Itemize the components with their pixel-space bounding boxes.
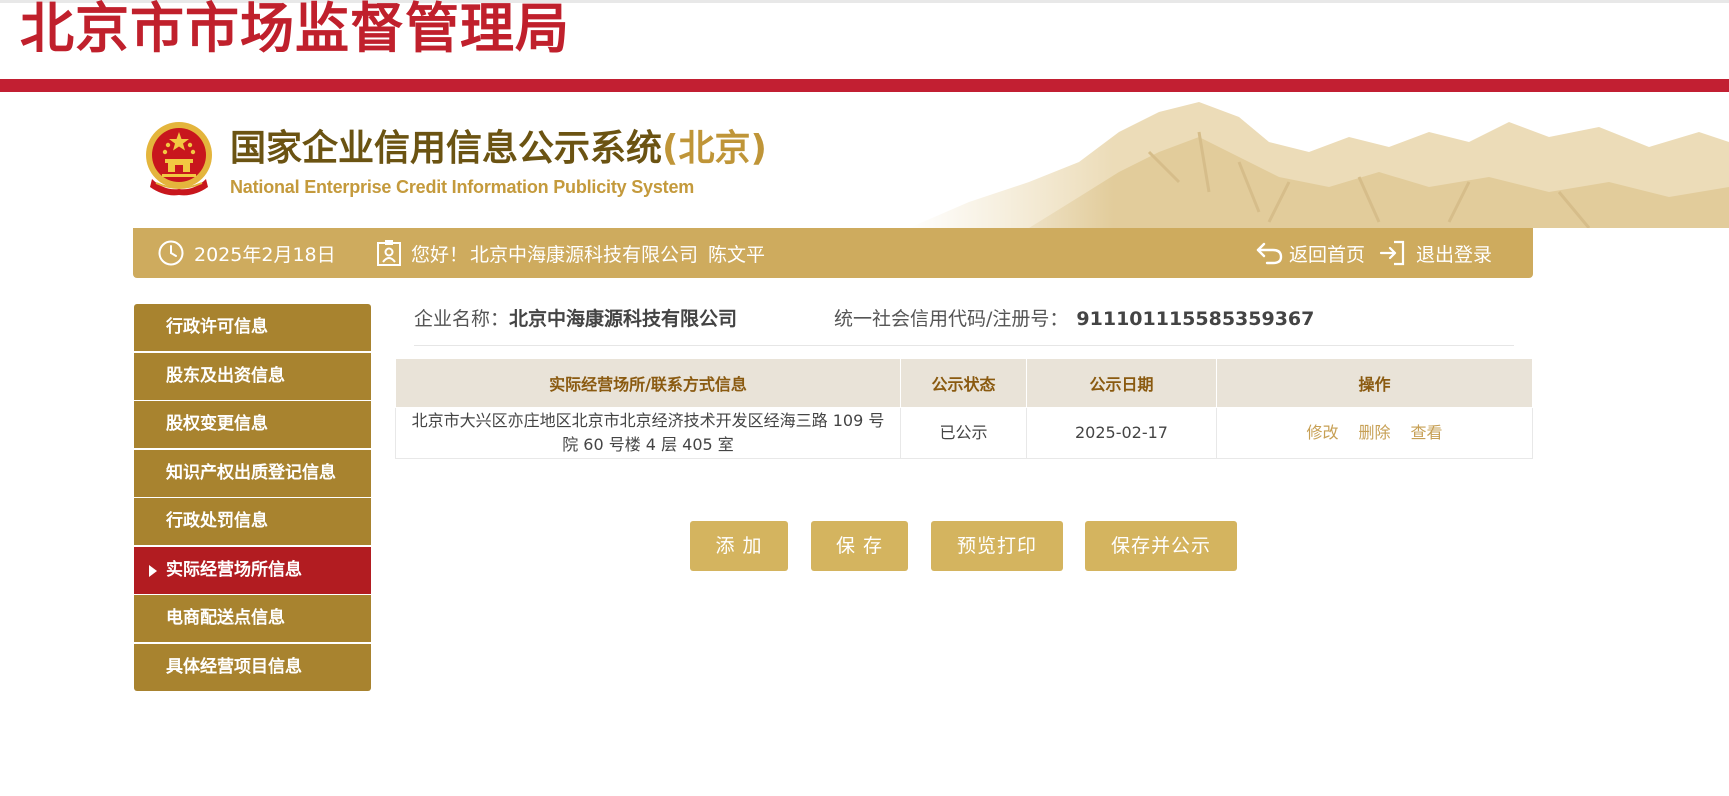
bureau-title: 北京市市场监督管理局	[20, 0, 570, 60]
greeting-text: 您好！	[411, 243, 469, 266]
national-emblem-icon	[146, 122, 212, 196]
preview-print-button[interactable]: 预览打印	[931, 521, 1063, 571]
clock-icon	[158, 240, 184, 266]
user-info-bar: 2025年2月18日 您好！ 北京中海康源科技有限公司 陈文平 返回首页 退出登…	[133, 228, 1533, 278]
column-header-actions: 操作	[1216, 358, 1533, 408]
enterprise-info: 企业名称：北京中海康源科技有限公司 统一社会信用代码/注册号： 911101115…	[414, 304, 1314, 334]
active-arrow-icon	[149, 564, 157, 577]
sidebar-item-admin-penalty[interactable]: 行政处罚信息	[134, 498, 371, 545]
sidebar-item-label: 电商配送点信息	[166, 608, 285, 628]
sidebar-item-ecommerce-delivery[interactable]: 电商配送点信息	[134, 595, 371, 642]
column-header-address: 实际经营场所/联系方式信息	[395, 358, 901, 408]
system-title: 国家企业信用信息公示系统(北京)	[230, 128, 767, 169]
logout-icon	[1379, 240, 1405, 266]
sidebar-item-label: 股东及出资信息	[166, 365, 285, 386]
sidebar-item-business-items[interactable]: 具体经营项目信息	[134, 643, 371, 691]
add-button[interactable]: 添 加	[690, 521, 788, 571]
sidebar-item-ip-pledge[interactable]: 知识产权出质登记信息	[134, 449, 371, 497]
delete-link[interactable]: 删除	[1358, 423, 1390, 442]
user-greeting: 您好！ 北京中海康源科技有限公司 陈文平	[376, 228, 765, 278]
premises-table: 实际经营场所/联系方式信息 公示状态 公示日期 操作 北京市大兴区亦庄地区北京市…	[395, 358, 1533, 459]
enterprise-name-value: 北京中海康源科技有限公司	[509, 308, 738, 330]
credit-code-value: 911101115585359367	[1076, 308, 1315, 330]
user-name: 陈文平	[708, 243, 766, 266]
content-divider	[414, 345, 1514, 346]
home-link-label: 返回首页	[1289, 243, 1366, 266]
sidebar-item-admin-license[interactable]: 行政许可信息	[134, 304, 371, 351]
table-header-row: 实际经营场所/联系方式信息 公示状态 公示日期 操作	[395, 358, 1533, 408]
credit-code: 统一社会信用代码/注册号： 911101115585359367	[834, 304, 1314, 334]
cell-address: 北京市大兴区亦庄地区北京市北京经济技术开发区经海三路 109 号院 60 号楼 …	[395, 407, 901, 459]
sidebar-item-equity-change[interactable]: 股权变更信息	[134, 401, 371, 448]
date-display: 2025年2月18日	[157, 228, 336, 278]
column-header-status: 公示状态	[900, 358, 1027, 408]
sidebar-item-business-premises[interactable]: 实际经营场所信息	[134, 546, 371, 594]
return-arrow-icon	[1256, 242, 1283, 265]
current-date: 2025年2月18日	[194, 243, 336, 266]
sidebar-item-label: 实际经营场所信息	[166, 559, 302, 580]
save-button[interactable]: 保 存	[811, 521, 908, 571]
cell-status: 已公示	[900, 407, 1027, 459]
save-publish-button[interactable]: 保存并公示	[1085, 521, 1237, 571]
system-banner: 国家企业信用信息公示系统(北京) National Enterprise Cre…	[0, 92, 1729, 228]
view-link[interactable]: 查看	[1411, 423, 1443, 442]
company-name: 北京中海康源科技有限公司	[470, 243, 699, 266]
sidebar-item-label: 行政许可信息	[166, 317, 268, 337]
sidebar-item-label: 股权变更信息	[166, 414, 268, 434]
cell-date: 2025-02-17	[1026, 407, 1217, 459]
system-region: (北京)	[662, 128, 767, 169]
logout-link[interactable]: 退出登录	[1378, 228, 1492, 278]
enterprise-name-label: 企业名称：	[414, 308, 510, 330]
column-header-date: 公示日期	[1026, 358, 1217, 408]
red-divider-bar	[0, 79, 1729, 92]
logout-link-label: 退出登录	[1416, 243, 1493, 266]
sidebar-item-label: 知识产权出质登记信息	[166, 462, 336, 483]
user-id-card-icon	[377, 240, 401, 266]
home-link[interactable]: 返回首页	[1255, 228, 1365, 278]
mountain-landscape-icon	[909, 92, 1729, 228]
table-row: 北京市大兴区亦庄地区北京市北京经济技术开发区经海三路 109 号院 60 号楼 …	[395, 407, 1533, 459]
sidebar-item-label: 具体经营项目信息	[166, 656, 302, 677]
system-subtitle-en: National Enterprise Credit Information P…	[230, 177, 695, 197]
credit-code-label: 统一社会信用代码/注册号：	[834, 308, 1069, 330]
sidebar-item-shareholders[interactable]: 股东及出资信息	[134, 352, 371, 400]
cell-actions: 修改 删除 查看	[1216, 407, 1533, 459]
sidebar-item-label: 行政处罚信息	[166, 511, 268, 531]
edit-link[interactable]: 修改	[1306, 423, 1338, 442]
sidebar-nav: 行政许可信息 股东及出资信息 股权变更信息 知识产权出质登记信息 行政处罚信息 …	[134, 304, 371, 692]
